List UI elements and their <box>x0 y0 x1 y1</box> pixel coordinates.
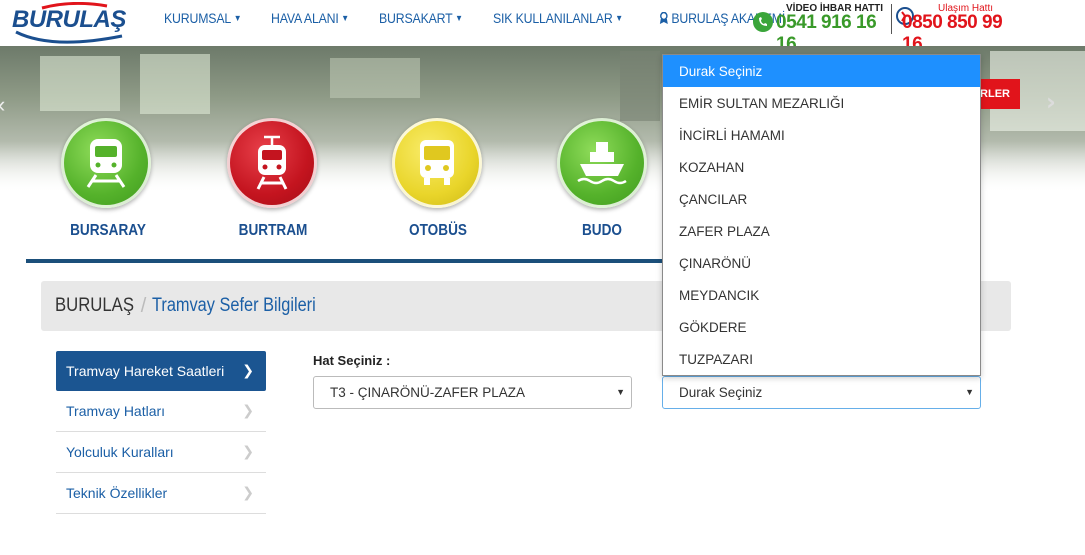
banner-window <box>40 56 120 111</box>
stop-option[interactable]: EMİR SULTAN MEZARLIĞI <box>663 87 980 119</box>
train-icon <box>86 139 126 188</box>
stop-option[interactable]: ZAFER PLAZA <box>663 215 980 247</box>
chevron-down-icon: ▼ <box>233 13 242 23</box>
caret-down-icon: ▼ <box>965 387 974 397</box>
chevron-down-icon: ▼ <box>614 13 623 23</box>
bursaray-button[interactable] <box>61 118 151 208</box>
sidebar-item-teknik-ozellikler[interactable]: Teknik Özellikler ❯ <box>56 473 266 514</box>
stop-option[interactable]: ÇANCILAR <box>663 183 980 215</box>
nav-hava-alani[interactable]: HAVA ALANI ▼ <box>271 10 349 26</box>
tram-icon <box>256 135 288 190</box>
otobus-label[interactable]: OTOBÜS <box>387 222 489 240</box>
chevron-right-icon: ❯ <box>242 444 254 460</box>
chevron-right-icon: ❯ <box>242 403 254 419</box>
top-header: BURULAŞ KURUMSAL ▼ HAVA ALANI ▼ BURSAKART ▼… <box>0 0 1085 55</box>
bus-icon <box>420 140 454 185</box>
sidebar-item-label: Yolculuk Kuralları <box>66 444 174 460</box>
transport-hotline[interactable]: Ulaşım Hattı 0850 850 99 16 <box>896 3 1026 55</box>
divider <box>891 4 892 34</box>
breadcrumb-separator: / <box>140 294 147 317</box>
nav-kurumsal[interactable]: KURUMSAL ▼ <box>164 10 242 26</box>
line-select[interactable]: T3 - ÇINARÖNÜ-ZAFER PLAZA ▼ <box>313 376 632 409</box>
sidebar-item-label: Tramvay Hatları <box>66 403 166 419</box>
stop-select-value: Durak Seçiniz <box>679 385 763 400</box>
chevron-right-icon: ❯ <box>242 485 254 501</box>
burtram-label[interactable]: BURTRAM <box>222 222 324 240</box>
line-select-value: T3 - ÇINARÖNÜ-ZAFER PLAZA <box>330 385 526 400</box>
chevron-down-icon: ▼ <box>341 13 349 23</box>
budo-button[interactable] <box>557 118 647 208</box>
banner-window <box>620 51 660 121</box>
ship-icon <box>577 142 627 185</box>
video-hotline[interactable]: VİDEO İHBAR HATTI 0541 916 16 16 <box>752 3 888 55</box>
stop-option[interactable]: KOZAHAN <box>663 151 980 183</box>
breadcrumb-current: Tramvay Sefer Bilgileri <box>152 295 317 316</box>
nav-bursakart[interactable]: BURSAKART ▼ <box>379 10 463 26</box>
nav-label: KURUMSAL <box>164 10 232 26</box>
sidebar-item-label: Teknik Özellikler <box>66 485 168 501</box>
whatsapp-icon <box>753 12 773 32</box>
sidebar-item-yolculuk-kurallari[interactable]: Yolculuk Kuralları ❯ <box>56 432 266 473</box>
slider-next-icon[interactable]: › <box>1046 88 1056 116</box>
caret-down-icon: ▼ <box>616 387 625 397</box>
otobus-button[interactable] <box>392 118 482 208</box>
sidebar-item-hareket-saatleri[interactable]: Tramvay Hareket Saatleri ❯ <box>56 351 266 391</box>
slider-prev-icon[interactable]: ‹ <box>0 92 5 118</box>
banner-window <box>140 54 210 114</box>
stop-option[interactable]: MEYDANCIK <box>663 279 980 311</box>
active-mode-underline <box>26 259 676 263</box>
graduation-icon <box>660 12 669 24</box>
bursaray-label[interactable]: BURSARAY <box>57 222 159 240</box>
stop-option[interactable]: Durak Seçiniz <box>663 55 980 87</box>
stop-option[interactable]: ÇINARÖNÜ <box>663 247 980 279</box>
nav-label: BURSAKART <box>378 10 453 26</box>
sidebar-item-tramvay-hatlari[interactable]: Tramvay Hatları ❯ <box>56 391 266 432</box>
burulas-logo[interactable]: BURULAŞ <box>12 2 132 44</box>
nav-sik-kullanilanlar[interactable]: SIK KULLANILANLAR ▼ <box>493 10 623 26</box>
burtram-button[interactable] <box>227 118 317 208</box>
line-select-label: Hat Seçiniz : <box>313 353 391 368</box>
chevron-down-icon: ▼ <box>454 13 463 23</box>
banner-window <box>330 58 420 98</box>
budo-label[interactable]: BUDO <box>551 222 653 240</box>
stop-dropdown-list: Durak Seçiniz EMİR SULTAN MEZARLIĞI İNCİ… <box>662 54 981 376</box>
sidebar-menu: Tramvay Hareket Saatleri ❯ Tramvay Hatla… <box>56 351 266 514</box>
nav-label: SIK KULLANILANLAR <box>492 10 613 26</box>
logo-text: BURULAŞ <box>12 6 126 33</box>
nav-label: HAVA ALANI <box>270 10 339 26</box>
stop-option[interactable]: İNCİRLİ HAMAMI <box>663 119 980 151</box>
chevron-right-icon: ❯ <box>242 363 254 379</box>
breadcrumb-home[interactable]: BURULAŞ <box>55 295 134 317</box>
stop-option[interactable]: TUZPAZARI <box>663 343 980 375</box>
stop-select[interactable]: Durak Seçiniz ▼ <box>662 376 981 409</box>
stop-option[interactable]: GÖKDERE <box>663 311 980 343</box>
sidebar-item-label: Tramvay Hareket Saatleri <box>66 363 225 379</box>
main-nav: KURUMSAL ▼ HAVA ALANI ▼ BURSAKART ▼ SIK KUL… <box>164 10 822 26</box>
